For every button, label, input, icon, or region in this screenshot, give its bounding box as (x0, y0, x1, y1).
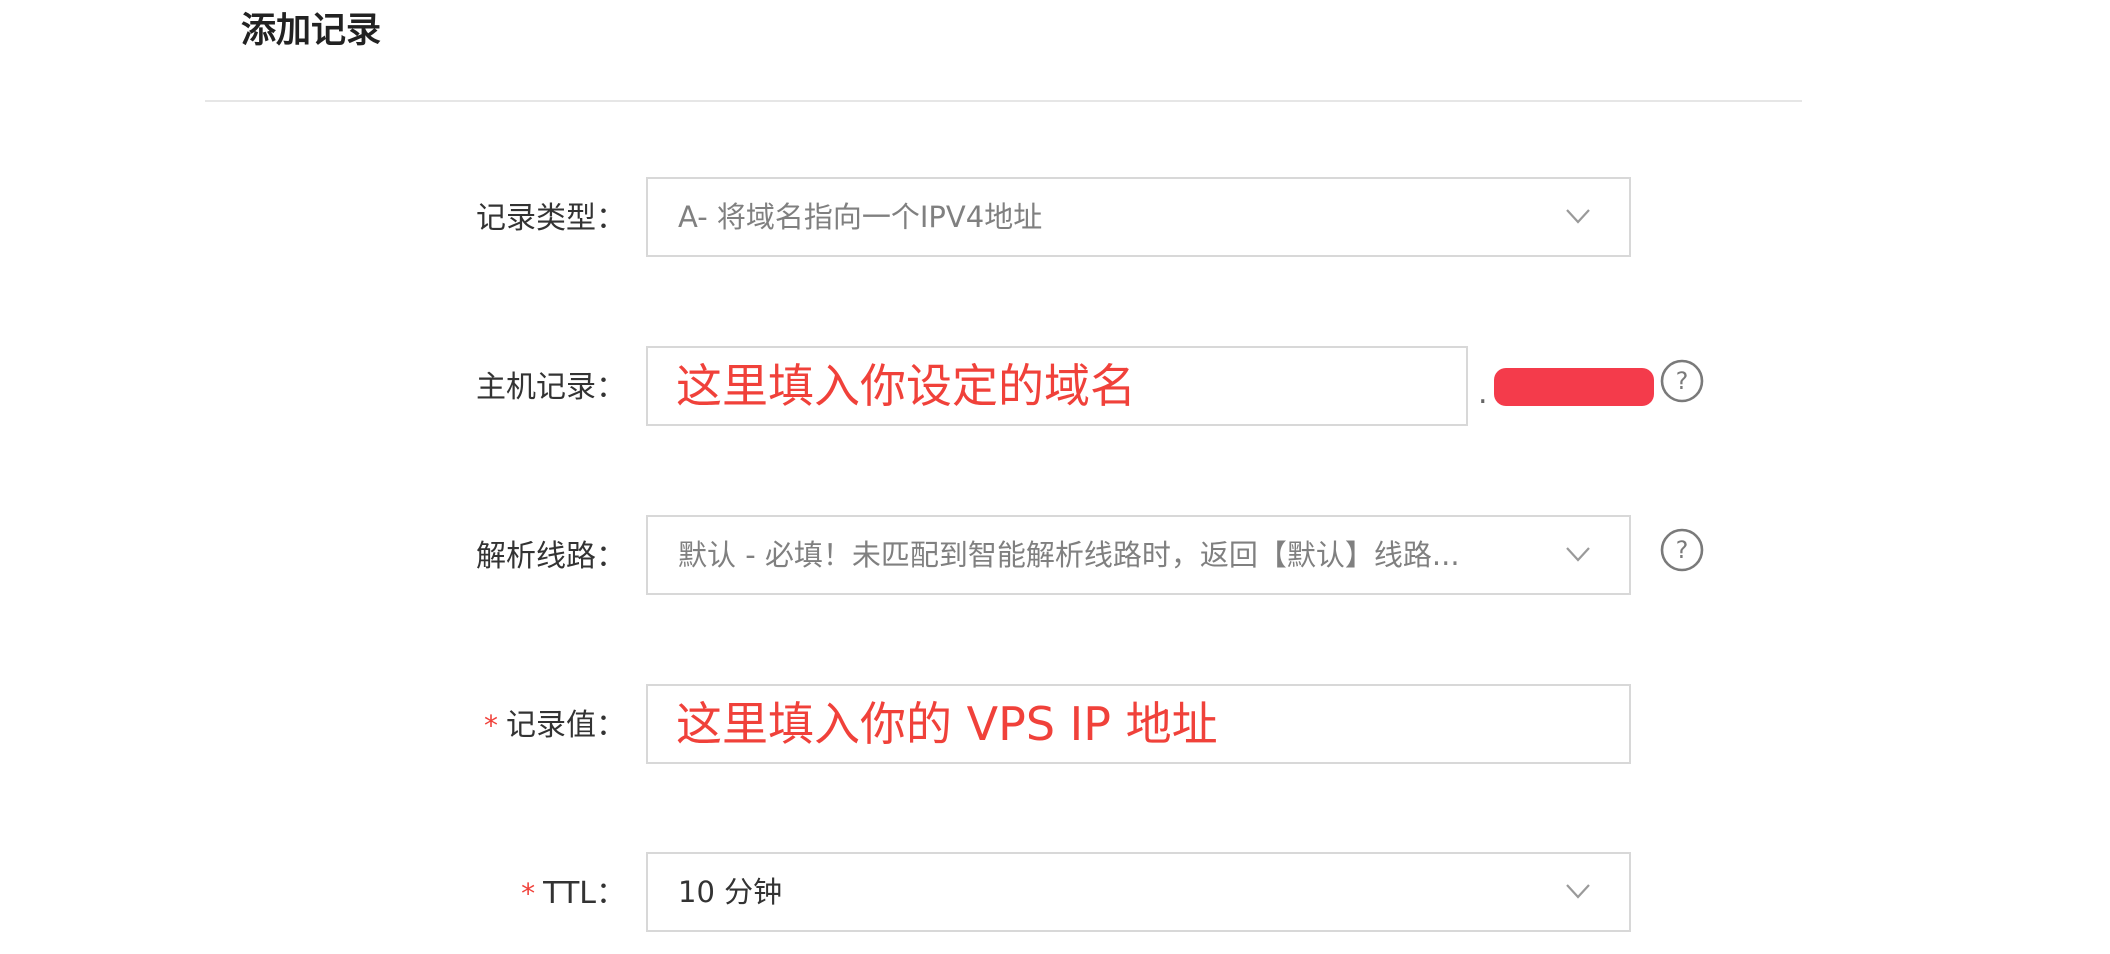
host-record-annotation: 这里填入你设定的域名 (676, 359, 1136, 413)
chevron-down-icon (1566, 884, 1590, 899)
host-record-row: 主机记录： 这里填入你设定的域名 . ? (0, 346, 2110, 430)
domain-separator: . (1478, 376, 1488, 411)
required-mark: * (521, 877, 536, 910)
record-value-annotation: 这里填入你的 VPS IP 地址 (676, 697, 1218, 751)
chevron-down-icon (1566, 209, 1590, 224)
resolution-line-row: 解析线路： 默认 - 必填！未匹配到智能解析线路时，返回【默认】线路... ? (0, 515, 2110, 599)
host-record-label: 主机记录： (476, 370, 626, 405)
dialog-title: 添加记录 (241, 11, 382, 51)
record-type-select[interactable]: A- 将域名指向一个IPV4地址 (646, 177, 1631, 257)
question-circle-icon[interactable]: ? (1659, 527, 1705, 573)
record-type-label: 记录类型： (476, 201, 626, 236)
record-value-label: * 记录值： (484, 708, 626, 743)
svg-text:?: ? (1676, 367, 1689, 395)
ttl-label: * TTL： (521, 876, 626, 911)
ttl-row: * TTL： 10 分钟 (0, 852, 2110, 936)
record-type-value: A- 将域名指向一个IPV4地址 (678, 200, 1043, 234)
host-record-input[interactable]: 这里填入你设定的域名 (646, 346, 1468, 426)
title-divider (205, 100, 1802, 102)
required-mark: * (484, 709, 498, 742)
record-value-row: * 记录值： 这里填入你的 VPS IP 地址 (0, 684, 2110, 768)
resolution-line-select[interactable]: 默认 - 必填！未匹配到智能解析线路时，返回【默认】线路... (646, 515, 1631, 595)
resolution-line-label: 解析线路： (476, 539, 626, 574)
svg-text:?: ? (1676, 536, 1689, 564)
record-type-row: 记录类型： A- 将域名指向一个IPV4地址 (0, 177, 2110, 261)
resolution-line-value: 默认 - 必填！未匹配到智能解析线路时，返回【默认】线路... (678, 538, 1460, 572)
chevron-down-icon (1566, 547, 1590, 562)
ttl-select[interactable]: 10 分钟 (646, 852, 1631, 932)
question-circle-icon[interactable]: ? (1659, 358, 1705, 404)
record-value-input[interactable]: 这里填入你的 VPS IP 地址 (646, 684, 1631, 764)
ttl-value: 10 分钟 (678, 875, 783, 909)
redacted-domain (1494, 368, 1654, 406)
